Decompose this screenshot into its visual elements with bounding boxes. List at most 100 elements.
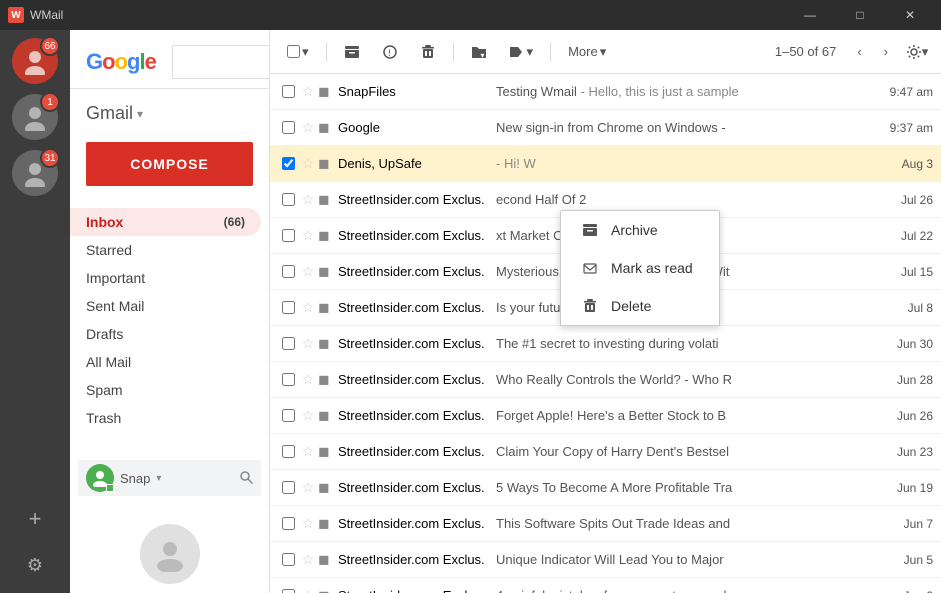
row-star[interactable]: ☆ <box>298 263 318 280</box>
row-checkbox[interactable] <box>278 337 298 350</box>
row-checkbox[interactable] <box>278 481 298 494</box>
email-row[interactable]: ☆ ◼ StreetInsider.com Exclus. Who Really… <box>270 362 941 398</box>
row-checkbox-1[interactable] <box>278 85 298 98</box>
sidebar-item-all[interactable]: All Mail <box>70 348 261 376</box>
row-checkbox[interactable] <box>278 589 298 593</box>
select-all-checkbox[interactable] <box>287 45 300 58</box>
row-checkbox-2[interactable] <box>278 121 298 134</box>
delete-icon <box>581 297 599 315</box>
archive-button[interactable] <box>335 37 369 67</box>
account-sidebar: 66 1 31 + ⚙ <box>0 30 70 593</box>
row-folder-1: ◼ <box>318 83 338 100</box>
row-star-3[interactable]: ☆ <box>298 155 318 172</box>
spam-button[interactable]: ! <box>373 37 407 67</box>
archive-label: Archive <box>611 222 658 238</box>
row-star[interactable]: ☆ <box>298 551 318 568</box>
settings-icon[interactable]: ⚙ <box>17 547 53 583</box>
row-star[interactable]: ☆ <box>298 407 318 424</box>
row-subject: Claim Your Copy of Harry Dent's Bestsel <box>496 444 873 459</box>
row-star[interactable]: ☆ <box>298 227 318 244</box>
row-date: Jun 2 <box>873 589 933 593</box>
sidebar-item-sent[interactable]: Sent Mail <box>70 292 261 320</box>
email-row[interactable]: ☆ ◼ SnapFiles Testing Wmail - Hello, thi… <box>270 74 941 110</box>
row-star-1[interactable]: ☆ <box>298 83 318 100</box>
prev-page-button[interactable]: ‹ <box>848 37 870 66</box>
row-checkbox[interactable] <box>278 229 298 242</box>
label-button[interactable]: ▾ <box>500 37 543 67</box>
account-avatar-1[interactable]: 66 <box>12 38 58 84</box>
sidebar-item-trash[interactable]: Trash <box>70 404 261 432</box>
sidebar-bottom: + ⚙ <box>17 501 53 593</box>
email-row[interactable]: ☆ ◼ StreetInsider.com Exclus. 4 painful … <box>270 578 941 593</box>
email-row[interactable]: ☆ ◼ Denis, UpSafe - Hi! W Aug 3 <box>270 146 941 182</box>
hangouts-search-icon[interactable] <box>239 470 253 487</box>
row-star[interactable]: ☆ <box>298 335 318 352</box>
gmail-header-area: Google S <box>70 36 269 89</box>
sidebar-item-inbox[interactable]: Inbox (66) <box>70 208 261 236</box>
email-row[interactable]: ☆ ◼ Google New sign-in from Chrome on Wi… <box>270 110 941 146</box>
row-sender: StreetInsider.com Exclus. <box>338 228 488 243</box>
more-button[interactable]: More ▾ <box>559 37 615 67</box>
select-all-button[interactable]: ▾ <box>278 37 318 67</box>
toolbar-settings-button[interactable]: ▾ <box>901 36 933 68</box>
row-folder-2: ◼ <box>318 119 338 136</box>
maximize-button[interactable]: □ <box>837 0 883 30</box>
row-date: Jun 7 <box>873 517 933 531</box>
row-star[interactable]: ☆ <box>298 479 318 496</box>
row-checkbox[interactable] <box>278 373 298 386</box>
row-subject: Unique Indicator Will Lead You to Major <box>496 552 873 567</box>
row-subject-3: - Hi! W <box>496 156 873 171</box>
row-checkbox[interactable] <box>278 445 298 458</box>
label-dropdown-icon[interactable]: ▾ <box>527 44 534 60</box>
row-checkbox[interactable] <box>278 517 298 530</box>
row-checkbox[interactable] <box>278 301 298 314</box>
minimize-button[interactable]: — <box>787 0 833 30</box>
row-star-2[interactable]: ☆ <box>298 119 318 136</box>
next-page-button[interactable]: › <box>875 37 897 66</box>
row-checkbox-3[interactable] <box>278 157 298 170</box>
account-badge-3: 31 <box>40 148 60 168</box>
row-subject-2: New sign-in from Chrome on Windows - <box>496 120 873 135</box>
context-delete[interactable]: Delete <box>561 287 719 325</box>
row-checkbox[interactable] <box>278 265 298 278</box>
email-row[interactable]: ☆ ◼ StreetInsider.com Exclus. 5 Ways To … <box>270 470 941 506</box>
row-checkbox[interactable] <box>278 409 298 422</box>
email-row[interactable]: ☆ ◼ StreetInsider.com Exclus. Claim Your… <box>270 434 941 470</box>
email-row[interactable]: ☆ ◼ StreetInsider.com Exclus. This Softw… <box>270 506 941 542</box>
email-row[interactable]: ☆ ◼ StreetInsider.com Exclus. Unique Ind… <box>270 542 941 578</box>
row-star[interactable]: ☆ <box>298 587 318 593</box>
add-account-button[interactable]: + <box>17 501 53 537</box>
move-to-button[interactable]: ▾ <box>462 37 496 67</box>
row-star[interactable]: ☆ <box>298 371 318 388</box>
context-mark-read[interactable]: Mark as read <box>561 249 719 287</box>
row-checkbox[interactable] <box>278 193 298 206</box>
account-avatar-2[interactable]: 1 <box>12 94 58 140</box>
select-dropdown-icon[interactable]: ▾ <box>302 44 309 60</box>
row-star[interactable]: ☆ <box>298 515 318 532</box>
search-input[interactable] <box>172 45 270 79</box>
compose-button[interactable]: COMPOSE <box>86 142 253 186</box>
row-folder-3: ◼ <box>318 155 338 172</box>
account-avatar-3[interactable]: 31 <box>12 150 58 196</box>
gmail-dropdown-icon: ▾ <box>137 107 143 121</box>
sidebar-item-spam[interactable]: Spam <box>70 376 261 404</box>
email-row[interactable]: ☆ ◼ StreetInsider.com Exclus. Forget App… <box>270 398 941 434</box>
gmail-label[interactable]: Gmail ▾ <box>70 95 269 132</box>
delete-button[interactable] <box>411 37 445 67</box>
row-star[interactable]: ☆ <box>298 443 318 460</box>
context-archive[interactable]: Archive <box>561 211 719 249</box>
sidebar-item-important[interactable]: Important <box>70 264 261 292</box>
row-checkbox[interactable] <box>278 553 298 566</box>
sidebar-item-starred[interactable]: Starred <box>70 236 261 264</box>
email-row[interactable]: ☆ ◼ StreetInsider.com Exclus. The #1 sec… <box>270 326 941 362</box>
row-date-2: 9:37 am <box>873 121 933 135</box>
row-star[interactable]: ☆ <box>298 191 318 208</box>
settings-dropdown-icon: ▾ <box>922 44 929 60</box>
close-button[interactable]: ✕ <box>887 0 933 30</box>
hangouts-search: Snap ▾ <box>78 460 261 496</box>
inbox-label: Inbox <box>86 214 123 230</box>
row-subject: Who Really Controls the World? - Who R <box>496 372 873 387</box>
spam-label: Spam <box>86 382 123 398</box>
sidebar-item-drafts[interactable]: Drafts <box>70 320 261 348</box>
row-star[interactable]: ☆ <box>298 299 318 316</box>
